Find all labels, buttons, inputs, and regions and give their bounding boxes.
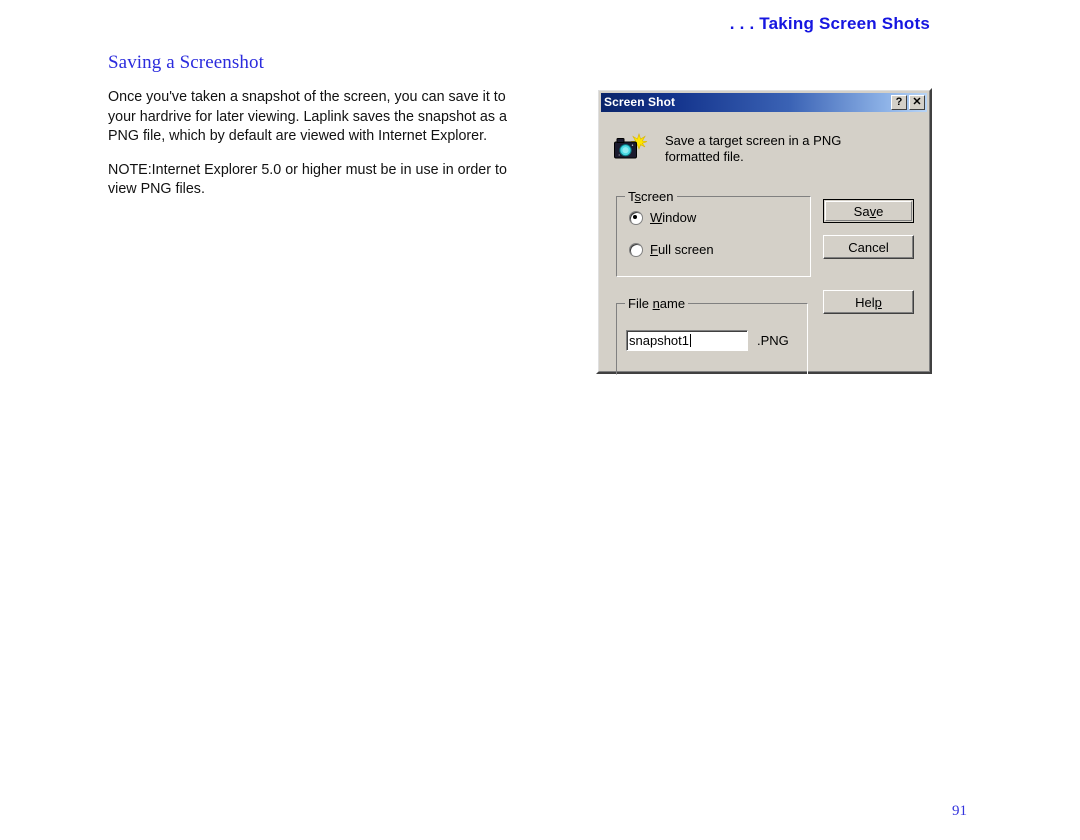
radio-window-label: Window <box>650 210 696 225</box>
cancel-button-label: Cancel <box>848 239 889 255</box>
save-label-pre: Sa <box>853 203 870 219</box>
help-icon[interactable]: ? <box>891 95 907 110</box>
dialog-description: Save a target screen in a PNG formatted … <box>665 133 842 164</box>
radio-window-accelerator: W <box>650 210 663 225</box>
target-screen-legend: Tscreen <box>625 189 677 204</box>
cancel-button[interactable]: Cancel <box>823 235 914 259</box>
save-label-post: e <box>876 203 884 219</box>
radio-full-screen-rest: ull screen <box>657 242 714 257</box>
dialog-titlebar[interactable]: Screen Shot ? ✕ <box>601 93 927 112</box>
body-paragraph: Once you've taken a snapshot of the scre… <box>108 89 507 144</box>
page-number: 91 <box>952 803 967 819</box>
file-extension-label: .PNG <box>757 333 789 348</box>
file-name-group: File name snapshot1 .PNG <box>616 296 808 375</box>
text-caret <box>690 334 691 347</box>
radio-full-screen[interactable]: Full screen <box>629 242 714 257</box>
radio-indicator-icon <box>629 242 643 257</box>
radio-window[interactable]: Window <box>629 210 696 225</box>
help-button[interactable]: Help <box>823 290 914 314</box>
file-legend-accelerator: n <box>652 296 660 311</box>
dialog-inner-frame: Screen Shot ? ✕ Save a target screen in … <box>598 90 930 375</box>
file-legend-pre: File <box>628 296 653 311</box>
article-text-column: Saving a Screenshot Once you've taken a … <box>108 52 520 200</box>
help-label-pre: Hel <box>855 294 875 310</box>
save-button-label: Save <box>854 204 884 219</box>
close-icon[interactable]: ✕ <box>909 95 925 110</box>
file-legend-post: ame <box>659 296 686 311</box>
file-name-value: snapshot1 <box>629 333 689 348</box>
save-button[interactable]: Save <box>823 199 914 223</box>
camera-flash-icon <box>613 133 649 164</box>
running-head: . . . Taking Screen Shots <box>729 14 930 33</box>
radio-window-rest: indow <box>662 210 697 225</box>
help-button-label: Help <box>855 295 882 310</box>
dialog-body: Save a target screen in a PNG formatted … <box>601 112 927 375</box>
target-screen-group: Tscreen Window Full screen <box>616 189 811 277</box>
radio-indicator-icon <box>629 210 643 225</box>
file-name-input[interactable]: snapshot1 <box>626 330 748 351</box>
dialog-header-row: Save a target screen in a PNG formatted … <box>613 132 841 165</box>
dialog-title: Screen Shot <box>604 95 676 109</box>
radio-full-screen-accelerator: F <box>650 242 658 257</box>
note-paragraph: NOTE:Internet Explorer 5.0 or higher mus… <box>108 161 507 198</box>
file-name-legend: File name <box>625 296 689 311</box>
screen-shot-dialog: Screen Shot ? ✕ Save a target screen in … <box>596 88 932 375</box>
legend-post: creen <box>641 189 674 204</box>
help-label-accelerator: p <box>874 294 882 310</box>
radio-full-screen-label: Full screen <box>650 242 714 257</box>
section-heading: Saving a Screenshot <box>108 52 264 73</box>
